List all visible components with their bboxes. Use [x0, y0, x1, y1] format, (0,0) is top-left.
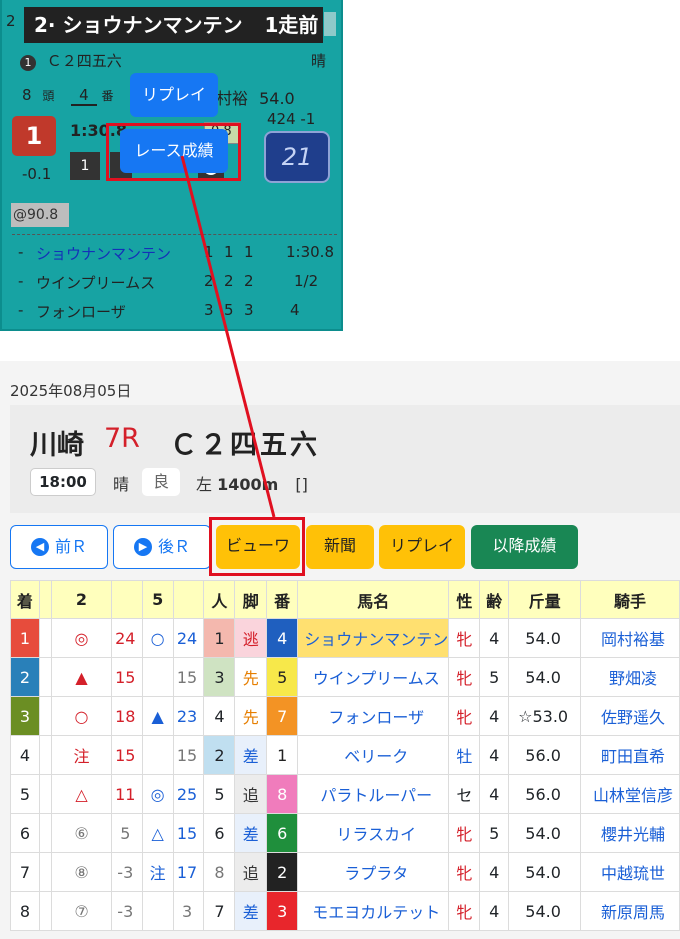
jockey-link[interactable]: 野畑凌 [580, 657, 680, 697]
race-header: 川崎 7R Ｃ２四五六 18:00 晴 良 左 1400m [] [10, 405, 680, 513]
horse-name-link[interactable]: リラスカイ [297, 813, 450, 853]
card-corner-first: 1 [70, 152, 100, 180]
horse-name-link[interactable]: フォンローザ [297, 696, 450, 736]
prev-result-row[interactable]: - フォンローザ 3 5 3 4 [18, 301, 328, 325]
card-speed-index: 21 [264, 131, 330, 183]
card-field-info: 8 頭 4 番 [22, 86, 114, 106]
table-row: 4 注 15 15 2差 1 ベリーク 牡4 56.0 町田直希 [10, 735, 680, 775]
replay-button[interactable]: リプレイ [379, 525, 465, 569]
horse-name-link[interactable]: パラトルーパー [297, 774, 450, 814]
highlight-box-results [106, 123, 241, 181]
prev-race-button[interactable]: ◀ 前Ｒ [10, 525, 108, 569]
after-results-button[interactable]: 以降成績 [471, 525, 578, 569]
table-row: 7 ⑧ -3 注 17 8追 2 ラプラタ 牝4 54.0 中越琉世 [10, 852, 680, 892]
race-date: 2025年08月05日 [10, 382, 132, 400]
race-venue: 川崎 [30, 430, 84, 461]
prev-result-row[interactable]: - ショウナンマンテン 1 1 1 1:30.8 [18, 243, 334, 267]
prev-horse-name: ウインプリームス [36, 274, 156, 292]
race-weather: 晴 [113, 475, 130, 494]
table-row: 2 ▲ 15 15 3先 5 ウインプリームス 牝5 54.0 野畑凌 [10, 657, 680, 697]
card-title: 2· ショウナンマンテン 1走前 [24, 7, 323, 43]
col-horse-number: 番 [266, 580, 299, 619]
card-horse-title: 2· ショウナンマンテン [34, 13, 243, 37]
col-sex: 性 [448, 580, 481, 619]
col-mark-2: 2 [51, 580, 112, 619]
horse-name-link[interactable]: ウインプリームス [297, 657, 450, 697]
col-blank [172, 580, 205, 619]
col-finish: 着 [10, 580, 40, 619]
card-finish-position: 1 [12, 116, 56, 156]
col-jockey: 騎手 [580, 580, 680, 619]
highlight-box-viewer [209, 517, 305, 576]
horse-name-link[interactable]: ショウナンマンテン [297, 618, 450, 658]
previous-race-card: 2 2· ショウナンマンテン 1走前 1 Ｃ２四五六 晴 8 頭 4 番 村裕 5… [0, 0, 343, 331]
jockey-link[interactable]: 岡村裕基 [580, 618, 680, 658]
course-info: 左 1400m [] [196, 475, 308, 494]
card-body-weight: 424 -1 [267, 110, 316, 128]
jockey-link[interactable]: 山林堂信彦 [580, 774, 680, 814]
arrow-left-icon: ◀ [30, 538, 49, 556]
race-class: Ｃ２四五六 [170, 430, 320, 461]
track-condition: 良 [142, 468, 180, 496]
card-jockey: 村裕 54.0 [216, 89, 295, 108]
col-blank [38, 580, 53, 619]
race-page: 2025年08月05日 川崎 7R Ｃ２四五六 18:00 晴 良 左 1400… [0, 361, 680, 939]
col-running-style: 脚 [234, 580, 268, 619]
prev-horse-name: ショウナンマンテン [36, 245, 172, 263]
prev-result-row[interactable]: - ウインプリームス 2 2 2 1/2 [18, 272, 328, 296]
col-weight: 斤量 [508, 580, 582, 619]
table-row: 1 ◎ 24 ○ 24 1逃 4 ショウナンマンテン 牝4 54.0 岡村裕基 [10, 618, 680, 658]
table-row: 3 ○ 18 ▲ 23 4先 7 フォンローザ 牝4 ☆53.0 佐野遥久 [10, 696, 680, 736]
card-hidden-number: 2 [6, 12, 16, 30]
card-divider [12, 234, 337, 235]
table-row: 6 ⑥5 △ 15 6差 6 リラスカイ 牝5 54.0 櫻井光輔 [10, 813, 680, 853]
horse-name-link[interactable]: ベリーク [297, 735, 450, 775]
horse-name-link[interactable]: ラプラタ [297, 852, 450, 892]
card-odds: @90.8 [11, 203, 69, 227]
race-number: 7R [104, 423, 140, 454]
card-weather: 晴 [311, 52, 327, 70]
col-mark-5: 5 [141, 580, 174, 619]
card-replay-button[interactable]: リプレイ [130, 73, 218, 117]
table-row: 5 △ 11 ◎ 25 5追 8 パラトルーパー セ4 56.0 山林堂信彦 [10, 774, 680, 814]
results-table: 着 2 5 人 脚 番 馬名 性 齢 斤量 騎手 1 ◎ 24 ○ 24 1 逃… [10, 580, 680, 931]
prev-horse-name: フォンローザ [36, 303, 126, 321]
jockey-link[interactable]: 町田直希 [580, 735, 680, 775]
card-race-class: 1 Ｃ２四五六 [20, 50, 122, 71]
screen: 2 2· ショウナンマンテン 1走前 1 Ｃ２四五六 晴 8 頭 4 番 村裕 5… [0, 0, 680, 939]
col-horse-name: 馬名 [297, 580, 450, 619]
col-blank [110, 580, 143, 619]
jockey-link[interactable]: 櫻井光輔 [580, 813, 680, 853]
jockey-link[interactable]: 新原周馬 [580, 891, 680, 931]
col-popularity: 人 [203, 580, 236, 619]
table-row: 8 ⑦ -3 3 7差 3 モエヨカルテット 牝4 54.0 新原周馬 [10, 891, 680, 931]
next-race-button[interactable]: ▶ 後Ｒ [113, 525, 211, 569]
jockey-link[interactable]: 中越琉世 [580, 852, 680, 892]
jockey-link[interactable]: 佐野遥久 [580, 696, 680, 736]
arrow-right-icon: ▶ [133, 538, 152, 556]
card-title-side [324, 12, 336, 36]
race-number-circle: 1 [20, 55, 36, 71]
newspaper-button[interactable]: 新聞 [306, 525, 374, 569]
card-margin: -0.1 [22, 165, 52, 183]
start-time: 18:00 [30, 468, 96, 496]
horse-name-link[interactable]: モエヨカルテット [297, 891, 450, 931]
col-age: 齢 [479, 580, 510, 619]
table-header-row: 着 2 5 人 脚 番 馬名 性 齢 斤量 騎手 [10, 580, 680, 619]
card-race-offset: 1走前 [264, 13, 319, 37]
